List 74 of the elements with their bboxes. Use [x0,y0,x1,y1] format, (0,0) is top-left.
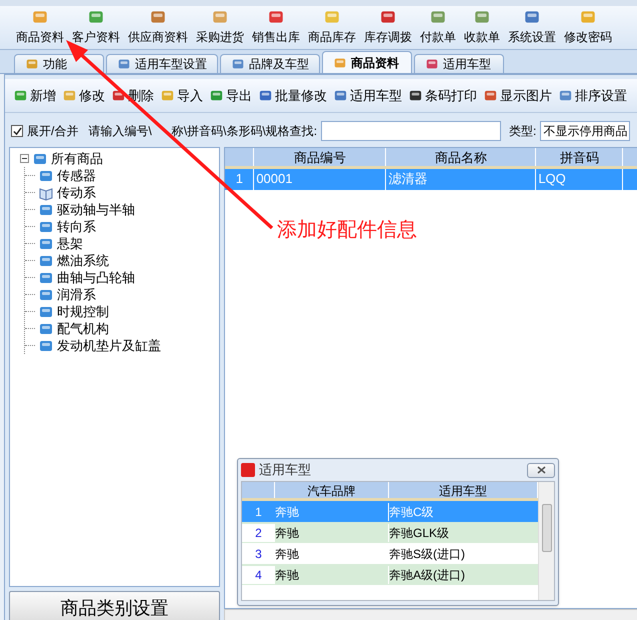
type-label: 类型: [509,123,536,140]
tab-icon [117,57,131,71]
vertical-scrollbar[interactable] [538,482,554,600]
action-icon [333,88,348,103]
tree-item[interactable]: 润滑系 [57,284,96,304]
toolbar-button[interactable]: 客户资料 [68,8,124,49]
toolbar-button[interactable]: 商品库存 [304,8,360,49]
column-header[interactable]: 拼音码 [536,148,624,166]
toolbar-button[interactable]: 批量修改 [258,86,327,106]
tab[interactable]: 商品资料 [322,51,412,73]
tab-icon [333,56,347,70]
annotation-text: 添加好配件信息 [277,216,417,243]
collapse-toggle[interactable] [20,154,29,163]
toolbar-button[interactable]: 导出 [209,86,252,106]
tree-item[interactable]: 悬架 [57,234,83,254]
toolbar-button[interactable]: 排序设置 [558,86,627,106]
toolbar-button[interactable]: 适用车型 [333,86,402,106]
toolbar-button[interactable]: 修改密码 [560,8,616,49]
search-field[interactable] [321,121,502,141]
close-button[interactable] [527,462,555,478]
minus-icon [21,155,28,162]
search-prompt: 请输入编号\ [88,123,152,140]
tree-item[interactable]: 驱动轴与半轴 [57,200,135,220]
table-row[interactable]: 4 奔驰 奔驰A级(进口) [242,564,538,585]
tree-item[interactable]: 所有商品 [51,148,103,168]
action-icon [408,88,423,103]
window-title: 适用车型 [259,461,311,480]
toolbar-button[interactable]: 销售出库 [248,8,304,49]
action-icon [160,88,175,103]
toolbar-button[interactable]: 收款单 [460,8,504,49]
tree-item[interactable]: 燃油系统 [57,250,109,270]
action-icon [62,88,77,103]
toolbar-button[interactable]: 供应商资料 [124,8,192,49]
toolbar-button[interactable]: 采购进货 [192,8,248,49]
toolbar-button[interactable]: 库存调拨 [360,8,416,49]
toolbar-button[interactable]: 修改 [62,86,105,106]
toolbar-button[interactable]: 付款单 [416,8,460,49]
expand-checkbox[interactable] [11,125,23,137]
toolbar-button[interactable]: 商品资料 [12,8,68,49]
tab[interactable]: 适用车型设置 [106,54,218,73]
tab-icon [25,57,39,71]
toolbar-button[interactable]: 条码打印 [408,86,477,106]
toolbar-button[interactable]: 系统设置 [504,8,560,49]
tree-item[interactable]: 发动机垫片及缸盖 [57,336,161,356]
tab[interactable]: 适用车型 [414,54,504,73]
action-icon [558,88,573,103]
action-icon [483,88,498,103]
type-dropdown[interactable]: 不显示停用商品 [540,121,630,141]
table-row[interactable]: 2 奔驰 奔驰GLK级 [242,522,538,543]
search-prompt: 称\拼音码\条形码\规格查找: [172,123,318,140]
horizontal-scrollbar[interactable] [224,609,637,620]
toolbar-button[interactable]: 显示图片 [483,86,552,106]
tab[interactable]: 品牌及车型 [220,54,320,73]
toolbar-button[interactable]: 导入 [160,86,203,106]
action-icon [209,88,224,103]
tree-item[interactable]: 传动系 [57,182,96,202]
column-header[interactable]: 汽车品牌 [275,482,389,498]
tree-item[interactable]: 曲轴与凸轮轴 [57,268,135,288]
tree-item[interactable]: 传感器 [57,166,96,186]
column-header[interactable]: 商品编号 [254,148,386,166]
close-icon [536,466,546,474]
tree-item[interactable]: 时规控制 [57,302,109,322]
tree-item[interactable]: 配气机构 [57,318,109,338]
app-logo-icon [241,463,255,477]
action-icon [13,88,28,103]
tab-icon [231,57,245,71]
column-header[interactable]: 商品名称 [386,148,536,166]
tab[interactable]: 功能 [14,54,104,73]
toolbar-button[interactable]: 新增 [13,86,56,106]
action-icon [258,88,273,103]
tree-item[interactable]: 转向系 [57,216,96,236]
expand-label: 展开/合并 [27,123,78,140]
category-settings-button[interactable]: 商品类别设置 [9,591,220,620]
tab-icon [425,57,439,71]
